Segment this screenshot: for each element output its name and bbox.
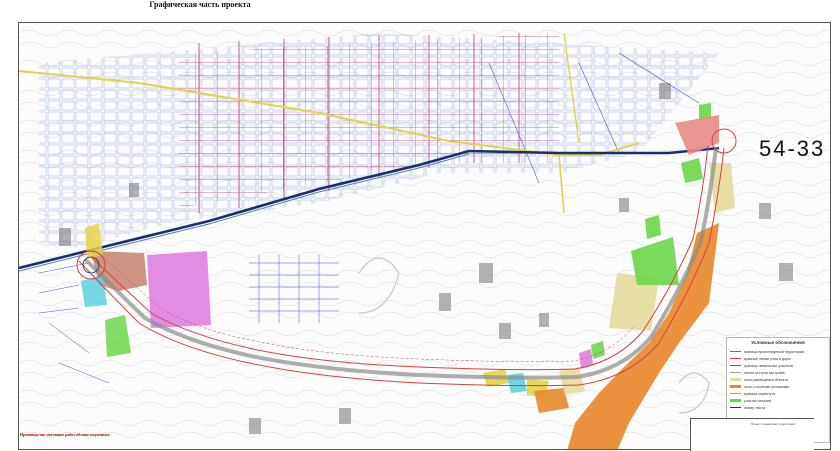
legend-item: граница проектируемой территории — [727, 348, 829, 355]
legend-swatch — [730, 399, 741, 402]
legend-label: красные линии улиц и дорог — [744, 356, 792, 361]
legend-label: линия отступа застройки — [744, 370, 786, 375]
legend-rows: граница проектируемой территории красные … — [727, 348, 829, 411]
legend-item: границы земельных участков — [727, 362, 829, 369]
legend-swatch — [730, 393, 741, 394]
legend-item: зона размещения объекта — [727, 376, 829, 383]
sheet-number-label: 54-33 — [759, 136, 826, 161]
legend-title: Условные обозначения — [751, 340, 805, 345]
legend-label: граница сервитута — [744, 391, 776, 396]
legend-item: красные линии улиц и дорог — [727, 355, 829, 362]
legend-swatch — [730, 378, 741, 381]
title-block-stamp: Проект планировки территории — [690, 418, 814, 451]
legend-item: граница сервитута — [727, 390, 829, 397]
legend-swatch — [730, 372, 741, 373]
legend-label: граница проектируемой территории — [744, 349, 804, 354]
legend-item: номер листа — [727, 404, 829, 411]
legend-label: зона размещения объекта — [744, 377, 788, 382]
legend-item: зона с особыми условиями — [727, 383, 829, 390]
legend-item: линия отступа застройки — [727, 369, 829, 376]
legend-label: зона с особыми условиями — [744, 384, 790, 389]
map-sheet[interactable]: 54-33 Условные обозначения граница проек… — [18, 22, 831, 450]
legend-swatch — [730, 365, 741, 366]
page-heading: Графическая часть проекта — [149, 0, 251, 9]
legend-swatch — [730, 351, 741, 352]
stamp-text: Проект планировки территории — [751, 422, 795, 426]
warning-note: Производство земляных работ вблизи надзе… — [20, 432, 110, 437]
legend-swatch — [730, 407, 741, 408]
legend-item: участок изъятия — [727, 397, 829, 404]
map-canvas[interactable] — [19, 23, 831, 450]
margin-strip — [0, 340, 19, 450]
legend-swatch — [730, 385, 741, 388]
legend-swatch — [730, 358, 741, 359]
legend-label: номер листа — [744, 405, 765, 410]
legend-label: участок изъятия — [744, 398, 772, 403]
legend-label: границы земельных участков — [744, 363, 793, 368]
